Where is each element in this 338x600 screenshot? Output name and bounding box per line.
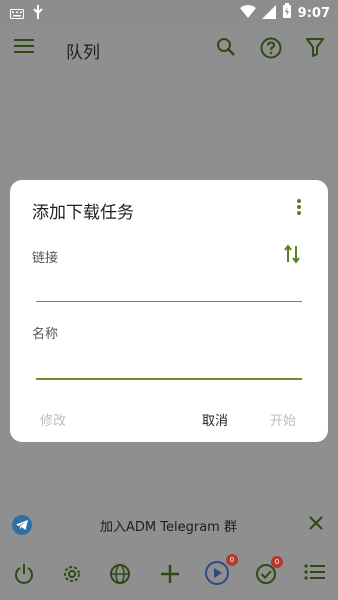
usb-debug-icon [32,4,44,23]
status-bar: 9:07 [0,0,338,24]
add-download-dialog: 添加下载任务 链接 名称 修改 取消 开始 [10,180,328,442]
page-title: 队列 [66,43,100,63]
play-badge: 0 [226,554,238,566]
link-input[interactable] [36,272,302,302]
dialog-title: 添加下载任务 [32,203,134,223]
more-options-icon[interactable] [296,198,302,220]
settings-icon[interactable] [60,562,84,586]
add-icon[interactable] [158,562,182,586]
link-label: 链接 [32,251,59,266]
signal-icon [261,4,276,23]
cancel-button[interactable]: 取消 [202,410,228,429]
menu-icon[interactable] [14,38,34,58]
battery-charging-icon [282,3,292,23]
start-button[interactable]: 开始 [270,410,296,429]
filter-icon[interactable] [306,37,324,61]
name-label: 名称 [32,327,59,342]
globe-icon[interactable] [108,562,132,586]
edit-button[interactable]: 修改 [40,410,66,429]
completed-badge: 0 [271,556,283,568]
telegram-banner[interactable]: 加入ADM Telegram 群 [0,506,338,544]
close-icon[interactable] [308,515,324,535]
wifi-icon [239,4,256,23]
status-time: 9:07 [297,5,330,21]
play-icon[interactable] [204,560,230,586]
list-icon[interactable] [304,562,328,586]
search-icon[interactable] [216,37,236,61]
telegram-icon [12,515,32,535]
banner-text: 加入ADM Telegram 群 [100,520,237,535]
power-icon[interactable] [12,562,36,586]
app-bar: 队列 [0,24,338,74]
help-icon[interactable] [260,37,282,63]
name-input[interactable] [36,348,302,380]
keyboard-icon [10,4,24,23]
swap-sort-icon[interactable] [284,244,300,268]
bottom-nav: 0 0 [0,548,338,600]
